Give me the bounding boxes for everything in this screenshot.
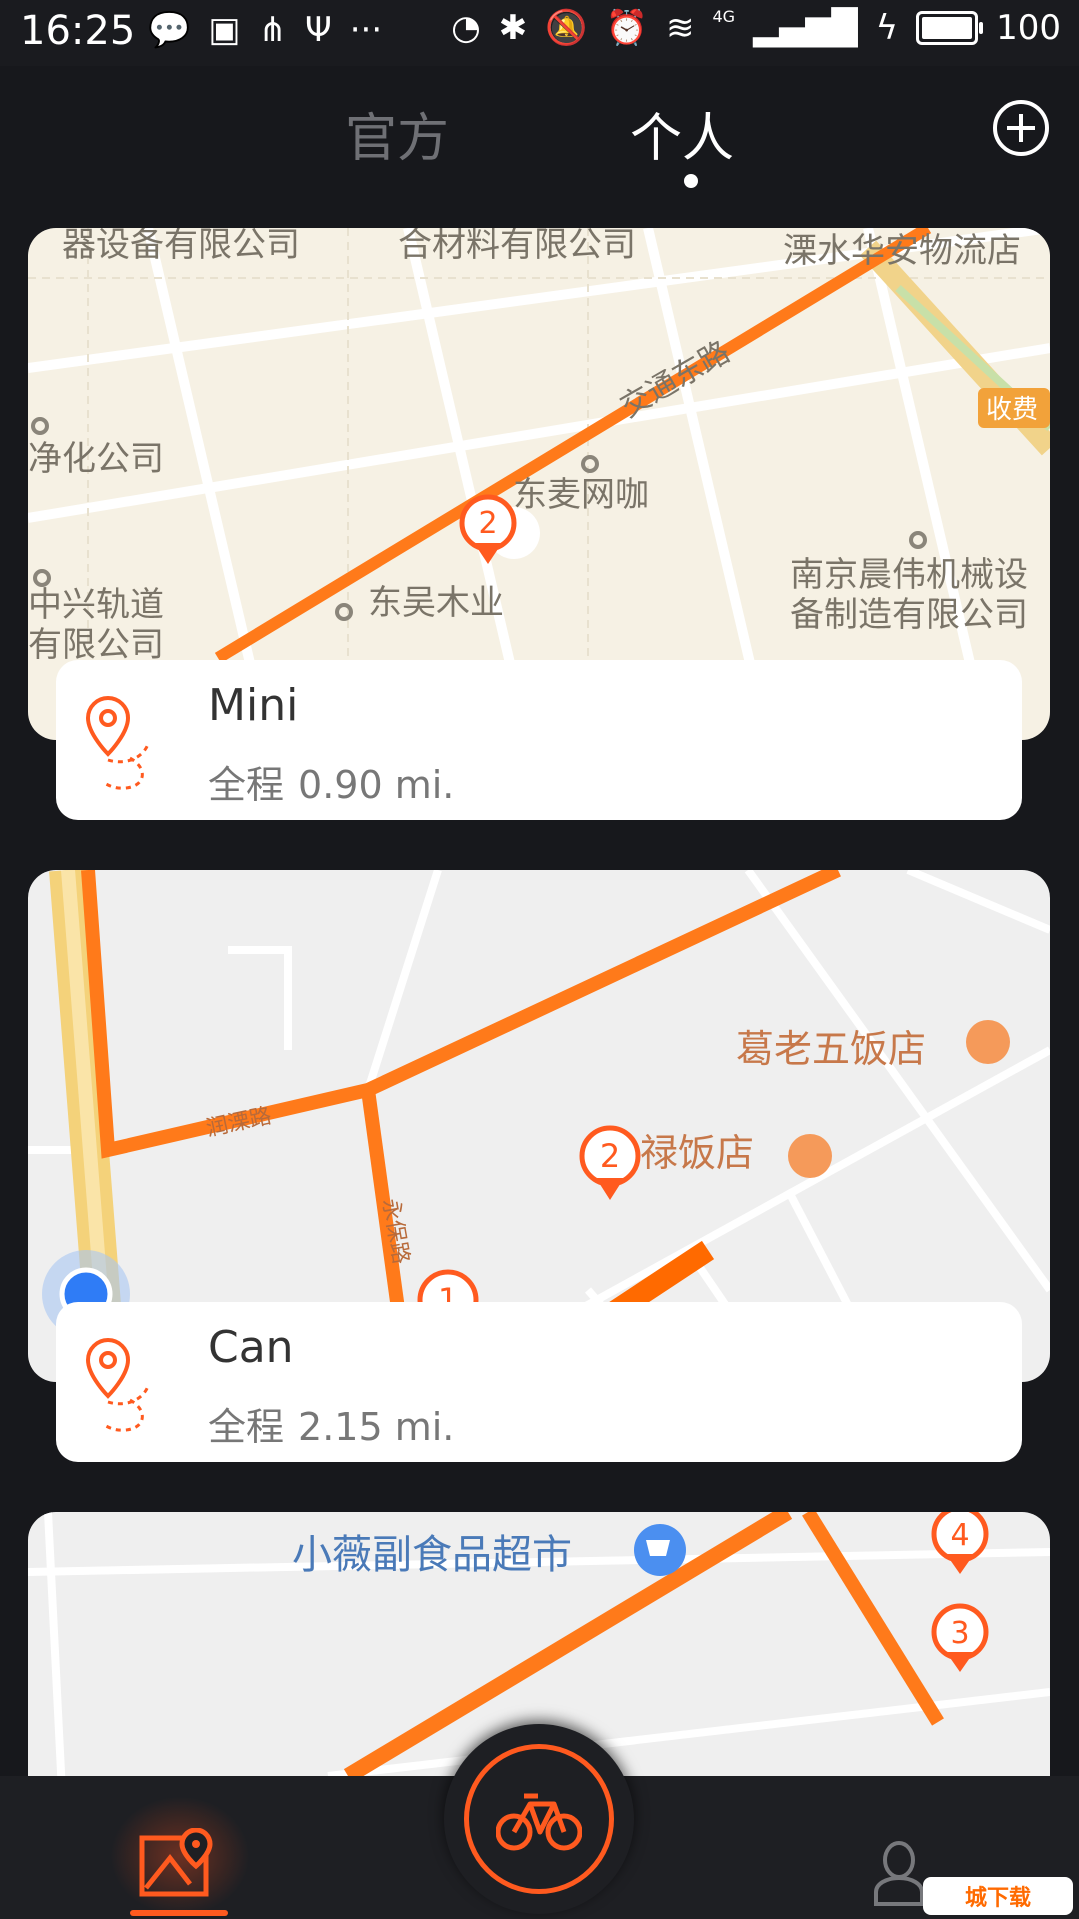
map-label: 溧水华安物流店: [783, 231, 1021, 271]
map-route-icon[interactable]: [138, 1828, 220, 1900]
tab-official[interactable]: 官方: [345, 96, 449, 171]
status-right: ◔ ✱ 🔕 ⏰ ≋ 4G ▂▄▆█ ϟ 100: [451, 6, 1061, 49]
map-label: 有限公司: [28, 625, 164, 665]
map-label: 东麦网咖: [513, 475, 649, 515]
alarm-icon: ⏰: [605, 8, 648, 48]
route-info[interactable]: Can 全程 2.15 mi.: [56, 1302, 1022, 1462]
poi-label: 小薇副食品超市: [292, 1532, 572, 1578]
image-notification-icon: ▣: [208, 10, 241, 50]
map-label: 东吴木业: [368, 583, 504, 623]
route-distance: 全程 2.15 mi.: [208, 1396, 468, 1451]
mute-icon: 🔕: [545, 8, 588, 48]
bluetooth-icon: ✱: [498, 8, 528, 48]
distance-label: 全程: [208, 763, 285, 807]
map-label: 器设备有限公司: [62, 228, 300, 265]
map-label: 南京晨伟机械设: [790, 555, 1028, 595]
toll-label: 收费: [986, 395, 1038, 425]
status-time: 16:25: [20, 8, 136, 54]
marker-label: 4: [950, 1518, 969, 1553]
marker-label: 2: [600, 1137, 620, 1175]
route-name: Can: [208, 1322, 294, 1373]
charging-icon: ϟ: [875, 8, 899, 48]
map-label: 备制造有限公司: [790, 595, 1028, 635]
chat-notification-icon: 💬: [148, 10, 191, 50]
poi-label: 葛老五饭店: [736, 1027, 926, 1071]
route-pin-icon: [86, 1338, 150, 1432]
bicycle-icon: [496, 1793, 582, 1851]
route-pin-icon: [86, 696, 150, 790]
battery-icon: [916, 11, 984, 45]
wifi-icon: ≋: [665, 8, 695, 48]
status-bar: 16:25 💬 ▣ ⋔ Ψ ··· ◔ ✱ 🔕 ⏰ ≋ 4G ▂▄▆█ ϟ 10…: [0, 0, 1079, 66]
battery-level: [922, 17, 973, 39]
shopping-cart-icon: [634, 1524, 686, 1576]
poi-label: 禄饭店: [640, 1131, 754, 1175]
more-notifications-icon: ···: [349, 10, 383, 50]
plus-circle-icon[interactable]: [993, 100, 1049, 156]
active-nav-underline: [130, 1910, 228, 1916]
route-name: Mini: [208, 680, 299, 731]
user-icon[interactable]: [872, 1840, 926, 1906]
watermark: 城下载: [923, 1877, 1073, 1915]
route-distance: 全程 0.90 mi.: [208, 754, 468, 809]
map-label: 中兴轨道: [28, 585, 164, 625]
header-tabs: 官方 个人: [0, 66, 1079, 196]
usb-notification-icon: Ψ: [304, 10, 332, 50]
nfc-icon: ◔: [451, 8, 481, 48]
marker-label: 3: [950, 1616, 969, 1651]
map-label: 净化公司: [28, 439, 164, 479]
distance-value: 0.90 mi.: [298, 763, 455, 807]
route-info[interactable]: Mini 全程 0.90 mi.: [56, 660, 1022, 820]
marker-label: 2: [478, 506, 497, 541]
active-tab-indicator: [684, 174, 698, 188]
distance-label: 全程: [208, 1405, 285, 1449]
signal-icon: ▂▄▆█: [753, 8, 858, 48]
notification-icons: 💬 ▣ ⋔ Ψ ···: [148, 10, 382, 50]
map-label: 合材料有限公司: [398, 228, 636, 265]
start-ride-button[interactable]: [444, 1724, 634, 1914]
share-notification-icon: ⋔: [258, 10, 287, 50]
tab-personal[interactable]: 个人: [630, 96, 734, 171]
network-type: 4G: [712, 6, 736, 26]
battery-percent: 100: [996, 8, 1061, 48]
distance-value: 2.15 mi.: [298, 1405, 455, 1449]
